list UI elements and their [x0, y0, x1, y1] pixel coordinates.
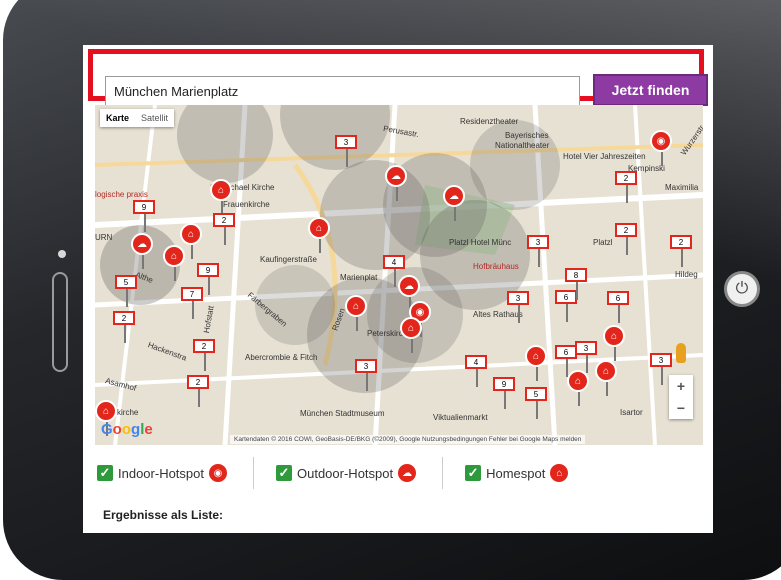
checkbox-checked-icon[interactable]: ✓	[465, 465, 482, 481]
checkbox-checked-icon[interactable]: ✓	[276, 465, 292, 481]
homespot-marker[interactable]: ⌂	[210, 179, 232, 215]
home-button[interactable]: ⏻	[724, 271, 760, 307]
hotspot-cluster[interactable]: 2	[615, 171, 637, 203]
zoom-control: + −	[669, 375, 693, 419]
map[interactable]: Karte Satellit Residenztheater Bayerisch…	[95, 105, 703, 445]
hotspot-cluster[interactable]: 6	[607, 291, 629, 323]
hotspot-cluster[interactable]: 2	[187, 375, 209, 407]
hotspot-cluster[interactable]: 4	[383, 255, 405, 287]
find-button[interactable]: Jetzt finden	[593, 74, 708, 106]
filter-label: Homespot	[486, 465, 546, 481]
street-label: Platzl	[593, 238, 613, 247]
street-label: Altes Rathaus	[473, 310, 523, 319]
outdoor-hotspot-marker[interactable]: ☁	[131, 233, 153, 269]
indoor-hotspot-icon: ◉	[209, 464, 227, 482]
outdoor-hotspot-icon: ☁	[398, 464, 417, 482]
filter-homespot[interactable]: ✓ Homespot ⌂	[465, 457, 594, 489]
street-label: Nationaltheater	[495, 141, 550, 150]
hotspot-cluster[interactable]: 3	[575, 341, 597, 373]
indoor-hotspot-marker[interactable]: ◉	[650, 130, 672, 166]
street-label: URN	[95, 233, 113, 242]
outdoor-hotspot-marker[interactable]: ☁	[385, 165, 407, 201]
map-view-button[interactable]: Karte	[100, 109, 135, 127]
speaker-slot	[52, 272, 68, 372]
tablet-screen: München Marienplatz Jetzt finden Karte S…	[83, 45, 713, 533]
homespot-marker[interactable]: ⌂	[400, 317, 422, 353]
street-label: Hofbräuhaus	[473, 262, 519, 271]
map-attribution[interactable]: Kartendaten © 2016 COWI, GeoBasis-DE/BKG…	[230, 435, 586, 444]
hotspot-cluster[interactable]: 5	[115, 275, 137, 307]
hotspot-cluster[interactable]: 6	[555, 290, 577, 322]
street-label: München Stadtmuseum	[300, 409, 385, 418]
checkbox-checked-icon[interactable]: ✓	[97, 465, 113, 481]
hotspot-cluster[interactable]: 9	[493, 377, 515, 409]
street-label: Marienplat	[340, 273, 378, 282]
filter-label: Outdoor-Hotspot	[297, 465, 394, 481]
street-label: Hotel Vier Jahreszeiten	[563, 152, 646, 161]
hotspot-cluster[interactable]: 3	[335, 135, 357, 167]
hotspot-cluster[interactable]: 2	[615, 223, 637, 255]
filter-label: Indoor-Hotspot	[118, 465, 204, 481]
outdoor-hotspot-marker[interactable]: ☁	[398, 275, 420, 311]
street-label: Hildeg	[675, 270, 698, 279]
search-input[interactable]: München Marienplatz	[105, 76, 580, 106]
filter-outdoor-hotspot[interactable]: ✓ Outdoor-Hotspot ☁	[276, 457, 444, 489]
street-label: Viktualienmarkt	[433, 413, 488, 422]
street-label: kirche	[117, 408, 139, 417]
homespot-marker[interactable]: ⌂	[95, 400, 117, 436]
street-label: Frauenkirche	[223, 200, 270, 209]
homespot-marker[interactable]: ⌂	[567, 370, 589, 406]
street-label: Abercrombie & Fitch	[245, 353, 318, 362]
hotspot-cluster[interactable]: 2	[213, 213, 235, 245]
street-label: Bayerisches	[505, 131, 549, 140]
outdoor-hotspot-marker[interactable]: ☁	[443, 185, 465, 221]
zoom-out-button[interactable]: −	[669, 397, 693, 419]
street-label: Platzl Hotel Münc	[449, 238, 512, 247]
homespot-marker[interactable]: ⌂	[345, 295, 367, 331]
hotspot-cluster[interactable]: 2	[113, 311, 135, 343]
street-label: Residenztheater	[460, 117, 519, 126]
zoom-in-button[interactable]: +	[669, 375, 693, 397]
hotspot-cluster[interactable]: 8	[565, 268, 587, 300]
camera-icon	[58, 250, 66, 258]
hotspot-cluster[interactable]: 9	[133, 200, 155, 232]
map-type-toggle: Karte Satellit	[100, 109, 175, 127]
hotspot-cluster[interactable]: 3	[507, 291, 529, 323]
filter-indoor-hotspot[interactable]: ✓ Indoor-Hotspot ◉	[97, 457, 254, 489]
hotspot-cluster[interactable]: 9	[197, 263, 219, 295]
homespot-marker[interactable]: ⌂	[525, 345, 547, 381]
search-bar: München Marienplatz Jetzt finden	[88, 49, 708, 106]
hotspot-cluster[interactable]: 3	[650, 353, 672, 385]
power-icon: ⏻	[735, 280, 749, 297]
satellite-view-button[interactable]: Satellit	[135, 109, 174, 127]
hotspot-filters: ✓ Indoor-Hotspot ◉ ✓ Outdoor-Hotspot ☁ ✓…	[97, 457, 616, 489]
street-label: Kaufingerstraße	[260, 255, 317, 264]
hotspot-cluster[interactable]: 4	[465, 355, 487, 387]
street-label: logische praxis	[95, 190, 148, 199]
hotspot-cluster[interactable]: 2	[193, 339, 215, 371]
hotspot-cluster[interactable]: 7	[181, 287, 203, 319]
google-logo: Google	[101, 421, 153, 438]
street-label: Isartor	[620, 408, 643, 417]
homespot-marker[interactable]: ⌂	[603, 325, 625, 361]
hotspot-cluster[interactable]: 3	[355, 359, 377, 391]
street-label: Maximilia	[665, 183, 699, 192]
hotspot-cluster[interactable]: 3	[527, 235, 549, 267]
homespot-marker[interactable]: ⌂	[595, 360, 617, 396]
results-list-label: Ergebnisse als Liste:	[103, 508, 224, 522]
homespot-marker[interactable]: ⌂	[180, 223, 202, 259]
homespot-icon: ⌂	[550, 464, 569, 482]
homespot-marker[interactable]: ⌂	[163, 245, 185, 281]
hotspot-cluster[interactable]: 6	[555, 345, 577, 377]
homespot-marker[interactable]: ⌂	[308, 217, 330, 253]
hotspot-cluster[interactable]: 2	[670, 235, 692, 267]
hotspot-cluster[interactable]: 5	[525, 387, 547, 419]
street-view-pegman-icon[interactable]	[676, 343, 686, 363]
